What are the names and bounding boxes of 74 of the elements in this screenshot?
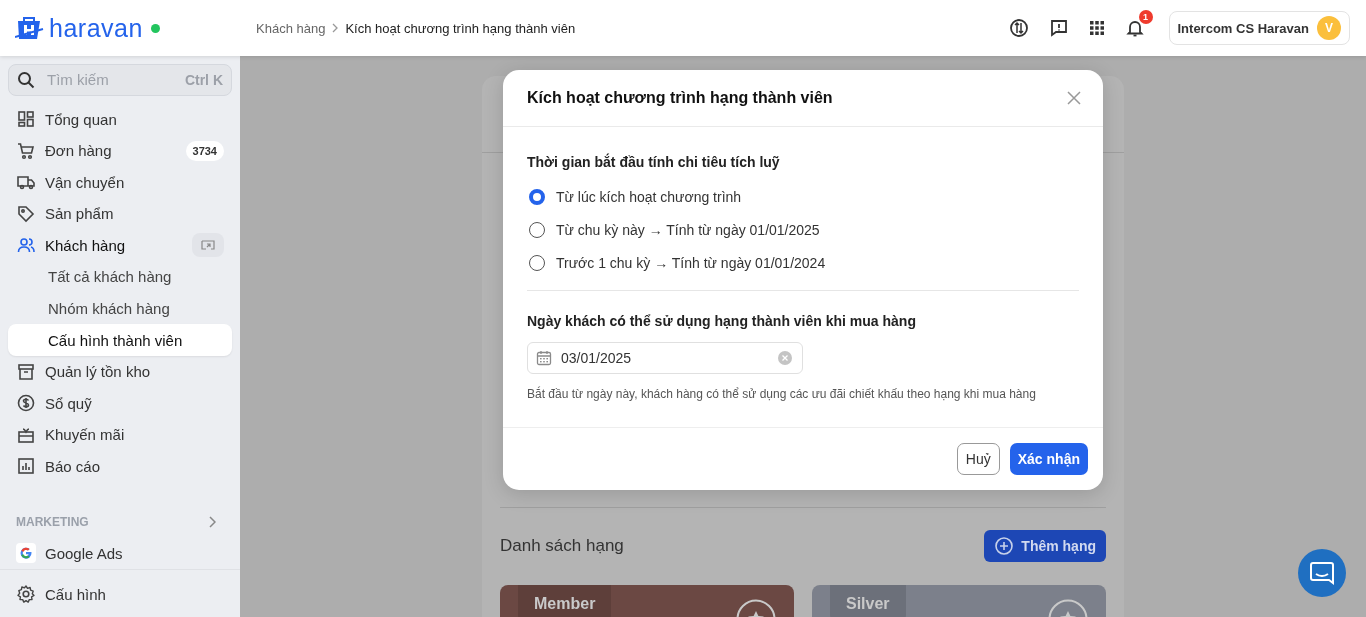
- bag-logo-icon: [15, 15, 45, 41]
- nav-label: Đơn hàng: [45, 142, 113, 160]
- cart-icon: [16, 140, 36, 161]
- cancel-button[interactable]: Huỷ: [956, 443, 1000, 475]
- field-label: Thời gian bắt đầu tính chi tiêu tích luỹ: [527, 152, 781, 172]
- sidebar-item[interactable]: Cấu hình: [8, 578, 232, 610]
- sidebar-item[interactable]: Sổ quỹ: [8, 387, 232, 419]
- nav-label: Cấu hình: [45, 585, 107, 603]
- dashboard-icon: [16, 109, 36, 130]
- avatar: V: [1317, 16, 1341, 40]
- tag-icon: [16, 203, 36, 224]
- breadcrumb-link[interactable]: Khách hàng: [256, 20, 326, 36]
- sidebar-subitem[interactable]: Nhóm khách hàng: [8, 292, 232, 325]
- radio-option[interactable]: Từ lúc kích hoạt chương trình: [529, 180, 742, 213]
- sidebar-item[interactable]: Báo cáo: [8, 450, 232, 482]
- nav-label: Vận chuyển: [45, 173, 126, 191]
- nav-label: Báo cáo: [45, 457, 102, 475]
- g-logo-icon: [16, 543, 36, 564]
- nav-label: Khuyến mãi: [45, 426, 126, 444]
- section-title: MARKETING: [16, 514, 89, 529]
- section-heading: Danh sách hạng: [500, 536, 624, 556]
- sidebar-item[interactable]: Vận chuyển: [8, 166, 232, 199]
- close-icon[interactable]: [1067, 91, 1081, 105]
- apps-grid-icon[interactable]: [1088, 20, 1105, 36]
- sidebar-item[interactable]: Sản phẩm: [8, 198, 232, 230]
- option-label: Trước 1 chu kỳ → Tính từ ngày 01/01/2024: [556, 254, 826, 271]
- brand-name: haravan: [49, 13, 143, 43]
- field-label: Ngày khách có thể sử dụng hạng thành viên khi mua hàng: [527, 312, 917, 331]
- nav-label: Quản lý tồn kho: [45, 363, 152, 381]
- option-label: Từ chu kỳ này → Tính từ ngày 01/01/2025: [556, 221, 820, 238]
- option-label: Từ lúc kích hoạt chương trình: [556, 188, 742, 205]
- dialog-title: Kích hoạt chương trình hạng thành viên: [527, 89, 833, 107]
- add-tier-button[interactable]: Thêm hạng: [984, 530, 1106, 562]
- tier-name: Silver: [830, 585, 906, 617]
- archive-icon: [16, 361, 36, 382]
- dollar-icon: [16, 393, 36, 414]
- sidebar-subitem[interactable]: Cấu hình thành viên: [8, 324, 232, 356]
- date-field[interactable]: 03/01/2025: [527, 342, 803, 374]
- radio-button[interactable]: [529, 188, 545, 205]
- calendar-icon: [536, 350, 552, 366]
- radio-option[interactable]: Từ chu kỳ này → Tính từ ngày 01/01/2025: [529, 213, 820, 246]
- plus-circle-icon: [994, 536, 1015, 556]
- gear-icon: [16, 584, 36, 604]
- sidebar-item[interactable]: Tổng quan: [8, 103, 232, 136]
- user-menu[interactable]: Intercom CS Haravan V: [1168, 11, 1350, 45]
- nav-label: Sản phẩm: [45, 205, 115, 223]
- sidebar-subitem[interactable]: Tất cả khách hàng: [8, 261, 232, 293]
- nav-label: Khách hàng: [45, 236, 127, 254]
- search-icon: [17, 70, 35, 89]
- nav-label: Sổ quỹ: [45, 394, 93, 412]
- transfer-icon[interactable]: [1008, 18, 1029, 38]
- tier-card[interactable]: Member: [500, 585, 794, 617]
- confirm-button[interactable]: Xác nhận: [1009, 443, 1088, 475]
- shortcut-hint: Ctrl K: [184, 71, 223, 88]
- helper-text: Bắt đầu từ ngày này, khách hàng có thể sử dụng các ưu đãi chiết khấu theo hạng khi mua hàng: [527, 387, 1037, 401]
- sidebar-item[interactable]: Quản lý tồn kho: [8, 355, 232, 388]
- nav-label: Google Ads: [45, 544, 124, 562]
- sidebar-item[interactable]: Khách hàng: [8, 229, 232, 262]
- bell-icon[interactable]: [1124, 18, 1145, 38]
- tier-name: Member: [518, 585, 612, 617]
- sidebar-item[interactable]: Đơn hàng 3734: [8, 135, 232, 167]
- radio-option[interactable]: Trước 1 chu kỳ → Tính từ ngày 01/01/2024: [529, 246, 826, 279]
- chart-icon: [16, 456, 36, 477]
- notification-badge: 1: [1138, 10, 1153, 24]
- chat-bubble-icon[interactable]: [1298, 549, 1346, 597]
- feedback-icon[interactable]: [1048, 18, 1069, 38]
- chevron-icon: [331, 23, 340, 33]
- order-count: 3734: [185, 140, 224, 161]
- nav-label: Tổng quan: [45, 110, 118, 128]
- sidebar-item[interactable]: Google Ads: [8, 537, 232, 569]
- search-input[interactable]: Tìm kiếm: [45, 70, 175, 90]
- breadcrumb-link[interactable]: Kích hoạt chương trình hạng thành viên: [345, 20, 576, 36]
- chevron-right-icon[interactable]: [208, 515, 216, 528]
- sidebar-item[interactable]: Khuyến mãi: [8, 418, 232, 451]
